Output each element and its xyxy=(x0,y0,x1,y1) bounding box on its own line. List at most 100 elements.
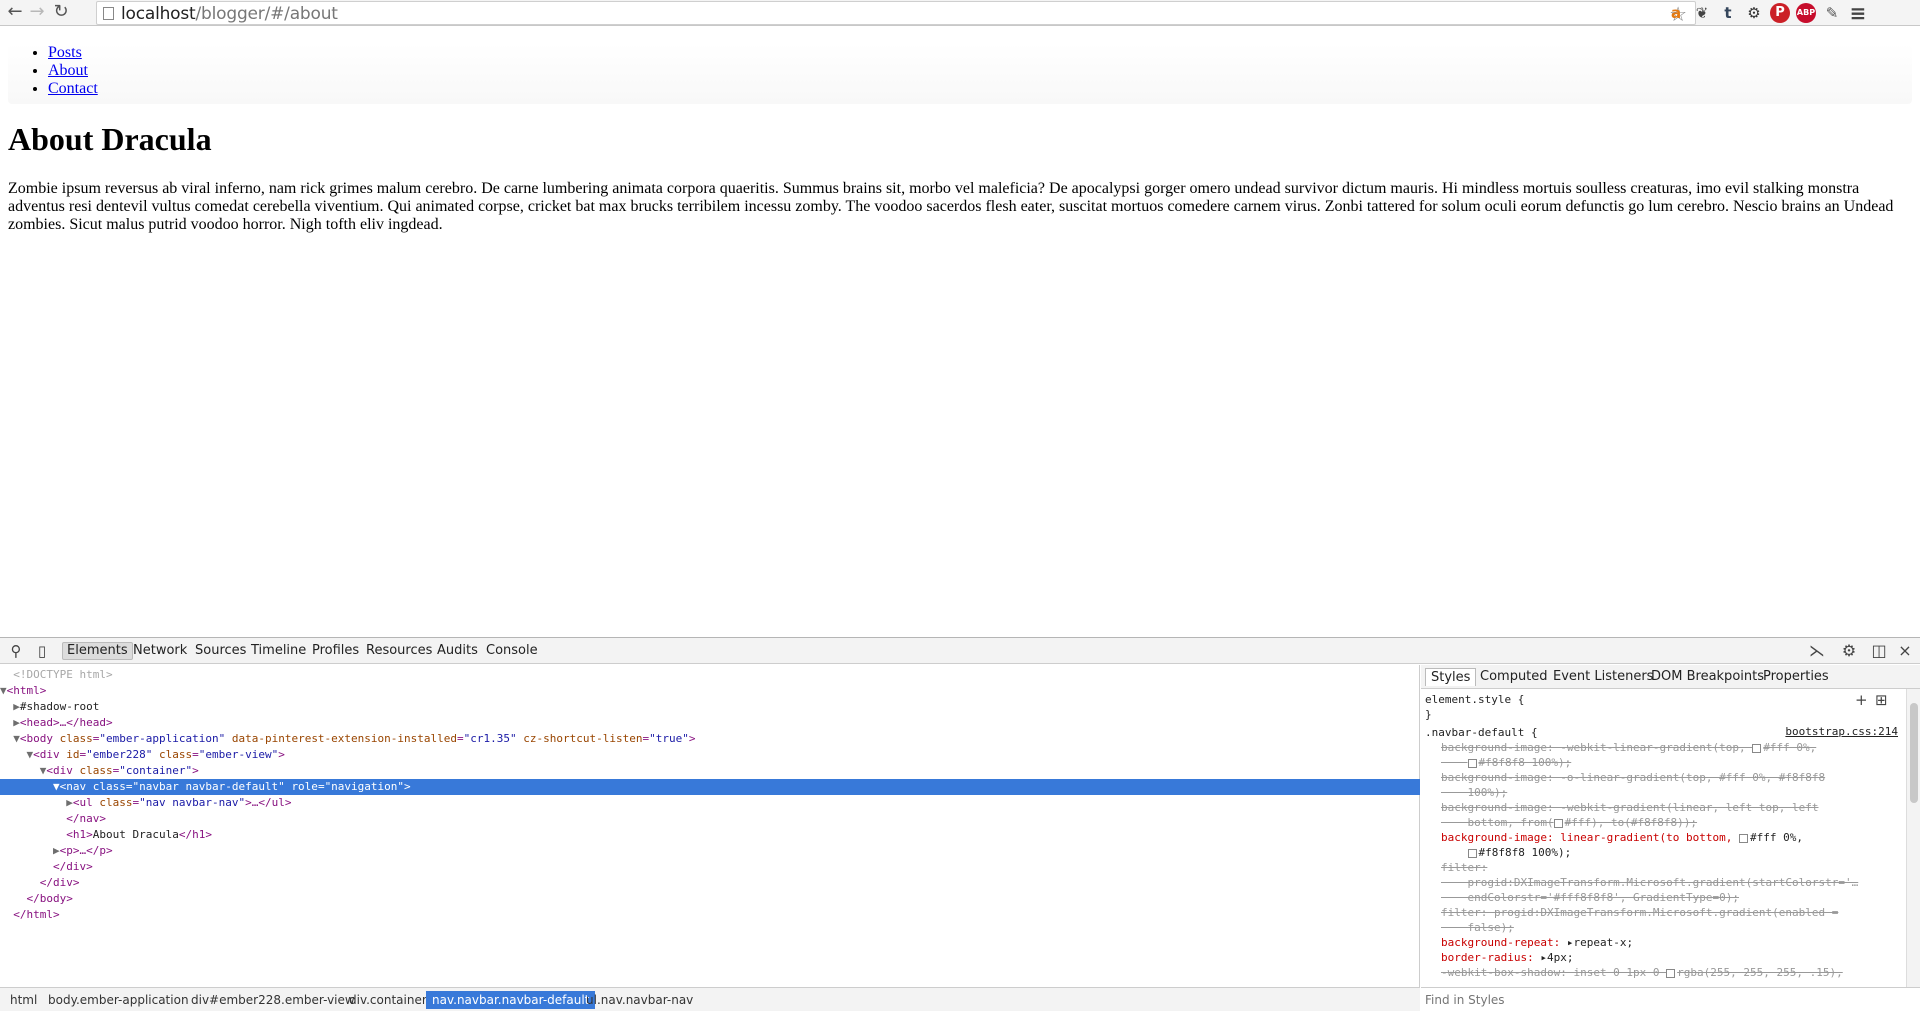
scrollbar-thumb[interactable] xyxy=(1910,703,1918,803)
dom-node-nav-selected[interactable]: ▼<nav class="navbar navbar-default" role… xyxy=(0,779,1420,795)
styles-scrollbar[interactable] xyxy=(1906,689,1920,987)
drawer-toggle-icon[interactable]: ⋋ xyxy=(1806,641,1828,661)
style-property[interactable]: bottom, from(#fff), to(#f8f8f8)); xyxy=(1441,815,1697,830)
breadcrumb-item-active[interactable]: nav.navbar.navbar-default xyxy=(426,991,596,1009)
forward-button[interactable]: → xyxy=(26,2,48,24)
pinterest-icon[interactable]: P xyxy=(1770,3,1790,23)
url-text[interactable]: localhost/blogger/#/about xyxy=(121,4,338,24)
eyedropper-icon[interactable]: ✎ xyxy=(1822,3,1842,23)
nav-link-posts[interactable]: Posts xyxy=(48,44,82,61)
toggle-element-state-icon[interactable]: ⊞ xyxy=(1875,691,1888,709)
dom-node-div-container[interactable]: ▼<div class="container"> xyxy=(0,763,1420,779)
tab-timeline[interactable]: Timeline xyxy=(247,642,310,660)
dom-node-body-close[interactable]: </body> xyxy=(0,891,1420,907)
tab-audits[interactable]: Audits xyxy=(433,642,482,660)
tab-sources[interactable]: Sources xyxy=(191,642,250,660)
dom-node-p[interactable]: ▶<p>…</p> xyxy=(0,843,1420,859)
style-property[interactable]: filter: xyxy=(1441,860,1487,875)
breadcrumb-item[interactable]: div.container xyxy=(343,991,433,1009)
breadcrumb-item[interactable]: ul.nav.navbar-nav xyxy=(580,991,699,1009)
color-swatch[interactable] xyxy=(1666,968,1676,978)
tab-computed[interactable]: Computed xyxy=(1475,668,1553,686)
nav-link-contact[interactable]: Contact xyxy=(48,80,98,97)
property-text: background-image: linear-gradient(to bot… xyxy=(1441,831,1740,844)
rule-source-link[interactable]: bootstrap.css:214 xyxy=(1785,725,1898,738)
attr-value: "navbar navbar-default" xyxy=(132,780,285,793)
back-button[interactable]: ← xyxy=(4,2,26,24)
color-swatch[interactable] xyxy=(1739,833,1749,843)
tab-console[interactable]: Console xyxy=(482,642,542,660)
tab-resources[interactable]: Resources xyxy=(362,642,436,660)
search-icon[interactable]: ⚲ xyxy=(6,641,26,661)
adblock-plus-icon[interactable]: ABP xyxy=(1796,3,1816,23)
close-icon[interactable]: × xyxy=(1894,641,1916,661)
expanded-triangle-icon[interactable]: ▼ xyxy=(53,780,60,793)
dom-node-body[interactable]: ▼<body class="ember-application" data-pi… xyxy=(0,731,1420,747)
tab-dom-breakpoints[interactable]: DOM Breakpoints xyxy=(1646,668,1769,686)
expand-triangle-icon[interactable]: ▸ xyxy=(1540,951,1547,964)
style-property[interactable]: border-radius: ▸4px; xyxy=(1441,950,1573,965)
tab-event-listeners[interactable]: Event Listeners xyxy=(1548,668,1658,686)
color-swatch[interactable] xyxy=(1467,758,1477,768)
chrome-menu-icon[interactable]: ≡ xyxy=(1848,3,1868,23)
dock-side-icon[interactable]: ◫ xyxy=(1868,641,1890,661)
dom-node-html-close[interactable]: </html> xyxy=(0,907,1420,923)
amazon-icon[interactable]: a xyxy=(1666,3,1686,23)
dom-node-doctype[interactable]: <!DOCTYPE html> xyxy=(0,667,1420,683)
dom-node-shadow-root[interactable]: ▶#shadow-root xyxy=(0,699,1420,715)
style-property[interactable]: 100%); xyxy=(1441,785,1507,800)
dom-node-div-ember[interactable]: ▼<div id="ember228" class="ember-view"> xyxy=(0,747,1420,763)
element-style-selector[interactable]: element.style { xyxy=(1425,692,1524,707)
find-in-styles-input[interactable] xyxy=(1421,987,1920,1011)
dom-node-h1[interactable]: <h1>About Dracula</h1> xyxy=(0,827,1420,843)
tab-elements[interactable]: Elements xyxy=(62,642,133,660)
breadcrumb-item[interactable]: body.ember-application xyxy=(42,991,195,1009)
style-property[interactable]: background-image: linear-gradient(to bot… xyxy=(1441,830,1803,845)
style-property[interactable]: background-image: -o-linear-gradient(top… xyxy=(1441,770,1825,785)
color-swatch[interactable] xyxy=(1467,848,1477,858)
style-property[interactable]: false); xyxy=(1441,920,1513,935)
rule-selector[interactable]: .navbar-default { xyxy=(1425,725,1538,740)
expanded-triangle-icon[interactable]: ▼ xyxy=(13,732,20,745)
add-rule-plus-icon[interactable]: + xyxy=(1855,691,1868,709)
style-property[interactable]: #f8f8f8 100%); xyxy=(1441,755,1571,770)
nav-link-about[interactable]: About xyxy=(48,62,88,79)
dom-node-html[interactable]: ▼<html> xyxy=(0,683,1420,699)
collapsed-triangle-icon[interactable]: ▶ xyxy=(13,716,20,729)
color-swatch[interactable] xyxy=(1752,743,1762,753)
devtools-settings-gear-icon[interactable]: ⚙ xyxy=(1838,641,1860,661)
tab-styles[interactable]: Styles xyxy=(1425,668,1477,686)
tumblr-icon[interactable]: t xyxy=(1718,3,1738,23)
address-bar[interactable]: localhost/blogger/#/about ☆ xyxy=(96,1,1696,26)
color-swatch[interactable] xyxy=(1553,818,1563,828)
navbar-nav: Posts About Contact xyxy=(8,44,1912,98)
reload-button[interactable]: ↻ xyxy=(50,2,72,24)
dom-node-ul[interactable]: ▶<ul class="nav navbar-nav">…</ul> xyxy=(0,795,1420,811)
dom-node-head[interactable]: ▶<head>…</head> xyxy=(0,715,1420,731)
dom-node-nav-close[interactable]: </nav> xyxy=(0,811,1420,827)
style-property[interactable]: background-repeat: ▸repeat-x; xyxy=(1441,935,1633,950)
tab-network[interactable]: Network xyxy=(129,642,191,660)
tab-profiles[interactable]: Profiles xyxy=(308,642,363,660)
evernote-icon[interactable]: ❦ xyxy=(1692,3,1712,23)
device-mode-icon[interactable]: ▯ xyxy=(32,641,52,661)
style-property[interactable]: endColorstr='#fff8f8f8', GradientType=0)… xyxy=(1441,890,1739,905)
collapsed-triangle-icon[interactable]: ▶ xyxy=(53,844,60,857)
style-property[interactable]: filter: progid:DXImageTransform.Microsof… xyxy=(1441,905,1838,920)
gear-icon[interactable]: ⚙ xyxy=(1744,3,1764,23)
collapsed-triangle-icon[interactable]: ▶ xyxy=(66,796,73,809)
expanded-triangle-icon[interactable]: ▼ xyxy=(0,684,7,697)
dom-node-div-close[interactable]: </div> xyxy=(0,875,1420,891)
breadcrumb-item[interactable]: div#ember228.ember-view xyxy=(185,991,361,1009)
style-property[interactable]: -webkit-box-shadow: inset 0 1px 0 rgba(2… xyxy=(1441,965,1843,980)
style-property[interactable]: background-image: -webkit-gradient(linea… xyxy=(1441,800,1819,815)
style-property[interactable]: #f8f8f8 100%); xyxy=(1441,845,1571,860)
attr-name: class xyxy=(92,780,126,793)
attr-value: "cr1.35" xyxy=(463,732,517,745)
style-property[interactable]: progid:DXImageTransform.Microsoft.gradie… xyxy=(1441,875,1858,890)
tab-properties[interactable]: Properties xyxy=(1758,668,1834,686)
style-property[interactable]: background-image: -webkit-linear-gradien… xyxy=(1441,740,1816,755)
collapsed-triangle-icon[interactable]: ▶ xyxy=(13,700,20,713)
dom-node-div-close[interactable]: </div> xyxy=(0,859,1420,875)
breadcrumb-item[interactable]: html xyxy=(4,991,43,1009)
